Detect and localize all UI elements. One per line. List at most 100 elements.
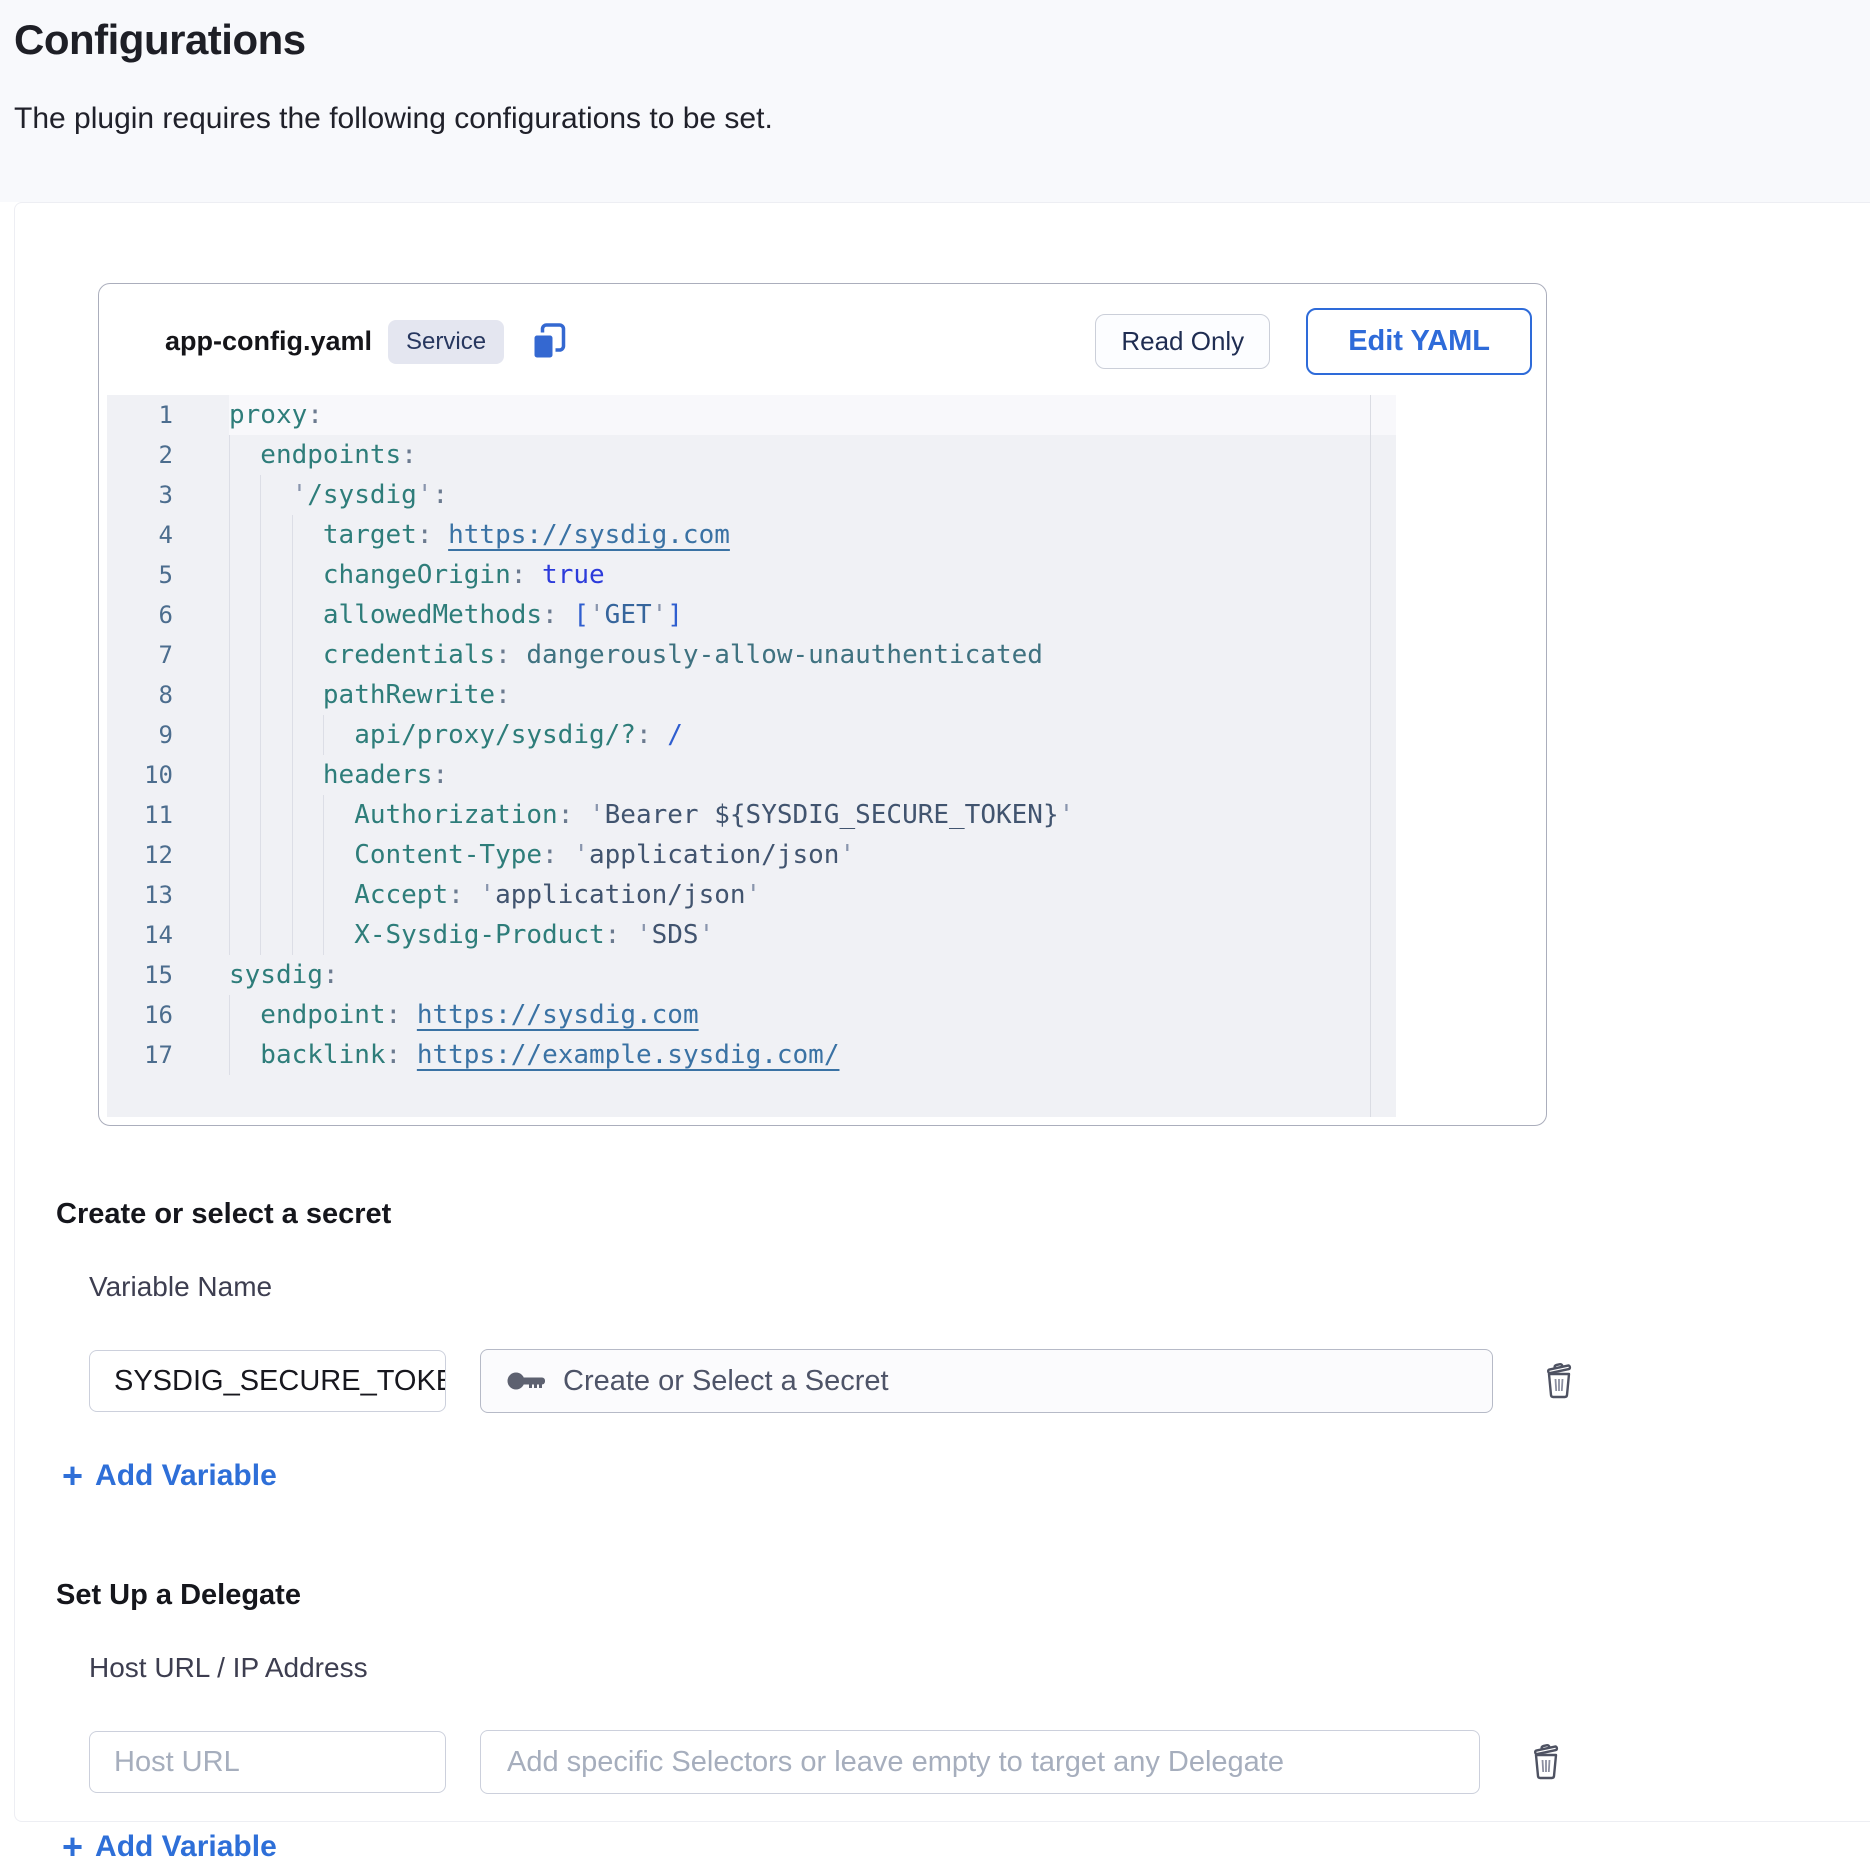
code-line: 3 '/sysdig': — [107, 475, 1396, 515]
code-text: '/sysdig': — [229, 475, 1396, 515]
code-line: 12 Content-Type: 'application/json' — [107, 835, 1396, 875]
variable-name-input[interactable] — [89, 1350, 446, 1412]
trash-icon[interactable] — [1537, 1359, 1581, 1403]
line-number: 5 — [107, 555, 229, 595]
code-token: endpoint — [260, 1000, 385, 1030]
code-token: Bearer ${SYSDIG_SECURE_TOKEN} — [605, 800, 1059, 830]
code-token: changeOrigin — [323, 560, 511, 590]
delegate-row — [89, 1730, 1870, 1794]
line-number: 1 — [107, 395, 229, 435]
code-line: 16 endpoint: https://sysdig.com — [107, 995, 1396, 1035]
code-text: allowedMethods: ['GET'] — [229, 595, 1396, 635]
secret-select-field[interactable]: Create or Select a Secret — [480, 1349, 1493, 1413]
code-token: /sysdig — [307, 480, 417, 510]
code-token: ' — [699, 920, 715, 950]
code-token: ' — [652, 600, 668, 630]
code-text: Accept: 'application/json' — [229, 875, 1396, 915]
add-variable-label: Add Variable — [95, 1459, 277, 1493]
code-line: 7 credentials: dangerously-allow-unauthe… — [107, 635, 1396, 675]
code-token: : — [307, 400, 323, 430]
secret-select-label: Create or Select a Secret — [563, 1365, 889, 1398]
indent-guide — [292, 595, 323, 635]
line-number: 12 — [107, 835, 229, 875]
code-token: backlink — [260, 1040, 385, 1070]
indent-guide — [260, 795, 291, 835]
code-token: sysdig — [229, 960, 323, 990]
indent-guide — [229, 995, 260, 1035]
code-token: ' — [1059, 800, 1075, 830]
code-text: Authorization: 'Bearer ${SYSDIG_SECURE_T… — [229, 795, 1396, 835]
editor-scrollbar[interactable] — [1370, 395, 1371, 1117]
trash-icon[interactable] — [1524, 1740, 1568, 1784]
code-link[interactable]: https://sysdig.com — [417, 1000, 699, 1030]
code-text: backlink: https://example.sysdig.com/ — [229, 1035, 1396, 1075]
read-only-badge[interactable]: Read Only — [1095, 314, 1270, 369]
code-token: ' — [839, 840, 855, 870]
code-token: : — [542, 840, 573, 870]
add-variable-button-secret[interactable]: + Add Variable — [62, 1459, 277, 1493]
indent-guide — [229, 515, 260, 555]
copy-icon[interactable] — [530, 322, 568, 362]
indent-guide — [229, 555, 260, 595]
host-url-label: Host URL / IP Address — [89, 1652, 1870, 1684]
code-line: 2 endpoints: — [107, 435, 1396, 475]
code-token: ' — [479, 880, 495, 910]
delegate-selectors-input[interactable] — [480, 1730, 1480, 1794]
code-token: Accept — [354, 880, 448, 910]
code-token: dangerously-allow-unauthenticated — [526, 640, 1043, 670]
indent-guide — [229, 1035, 260, 1075]
code-token: : — [417, 520, 448, 550]
line-number: 14 — [107, 915, 229, 955]
code-token: ' — [746, 880, 762, 910]
line-number: 15 — [107, 955, 229, 995]
code-text: changeOrigin: true — [229, 555, 1396, 595]
indent-guide — [260, 755, 291, 795]
code-line: 11 Authorization: 'Bearer ${SYSDIG_SECUR… — [107, 795, 1396, 835]
code-token: proxy — [229, 400, 307, 430]
page-title: Configurations — [14, 16, 1870, 64]
code-token: : — [401, 440, 417, 470]
indent-guide — [323, 795, 354, 835]
code-token: SDS — [652, 920, 699, 950]
code-line: 14 X-Sysdig-Product: 'SDS' — [107, 915, 1396, 955]
code-token: X-Sysdig-Product — [354, 920, 604, 950]
code-link[interactable]: https://sysdig.com — [448, 520, 730, 550]
code-lines: 1proxy:2 endpoints:3 '/sysdig':4 target:… — [107, 395, 1396, 1075]
code-token: headers — [323, 760, 433, 790]
code-token: pathRewrite — [323, 680, 495, 710]
code-line: 1proxy: — [107, 395, 1396, 435]
indent-guide — [229, 915, 260, 955]
plus-icon: + — [62, 1832, 83, 1862]
indent-guide — [292, 675, 323, 715]
indent-guide — [292, 875, 323, 915]
indent-guide — [229, 435, 260, 475]
host-url-input[interactable] — [89, 1731, 446, 1793]
indent-guide — [260, 555, 291, 595]
code-line: 9 api/proxy/sysdig/?: / — [107, 715, 1396, 755]
code-token: : — [448, 880, 479, 910]
indent-guide — [260, 635, 291, 675]
code-line: 4 target: https://sysdig.com — [107, 515, 1396, 555]
indent-guide — [260, 915, 291, 955]
plus-icon: + — [62, 1461, 83, 1491]
code-text: endpoint: https://sysdig.com — [229, 995, 1396, 1035]
line-number: 9 — [107, 715, 229, 755]
code-token: GET — [605, 600, 652, 630]
indent-guide — [323, 835, 354, 875]
indent-guide — [229, 595, 260, 635]
indent-guide — [260, 715, 291, 755]
code-token: : — [636, 720, 667, 750]
edit-yaml-button[interactable]: Edit YAML — [1306, 308, 1532, 375]
add-variable-button-delegate[interactable]: + Add Variable — [62, 1830, 277, 1864]
code-token: api/proxy/sysdig/? — [354, 720, 636, 750]
line-number: 11 — [107, 795, 229, 835]
code-token: endpoints — [260, 440, 401, 470]
page-subtitle: The plugin requires the following config… — [14, 102, 1870, 136]
line-number: 8 — [107, 675, 229, 715]
variable-name-label: Variable Name — [89, 1271, 1870, 1303]
yaml-card: app-config.yaml Service Read Only Edit Y… — [98, 283, 1547, 1126]
indent-guide — [292, 915, 323, 955]
code-link[interactable]: https://example.sysdig.com/ — [417, 1040, 840, 1070]
line-number: 16 — [107, 995, 229, 1035]
code-token: credentials — [323, 640, 495, 670]
